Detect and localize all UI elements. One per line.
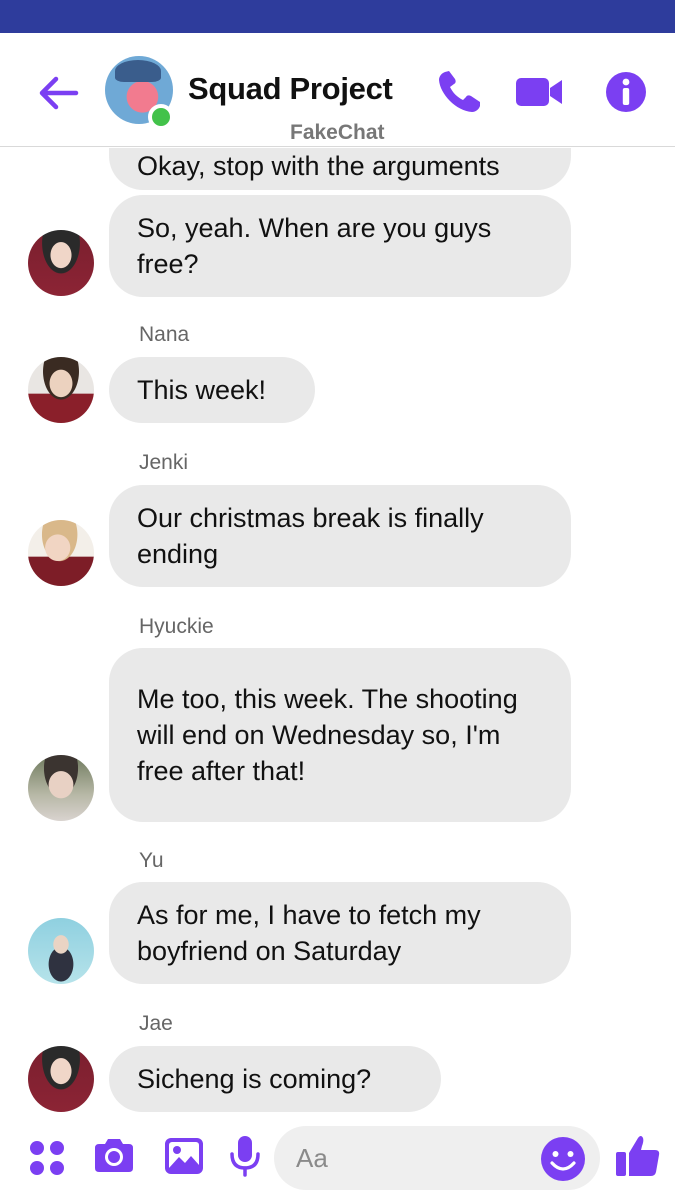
sender-name: Yu bbox=[139, 849, 164, 872]
phone-icon bbox=[439, 71, 480, 112]
voice-message-button[interactable] bbox=[222, 1132, 268, 1178]
apps-button[interactable] bbox=[24, 1132, 70, 1178]
camera-icon bbox=[95, 1139, 133, 1172]
sender-name: Jenki bbox=[139, 451, 189, 474]
video-call-button[interactable] bbox=[514, 67, 564, 117]
message-text: Me too, this week. The shooting will end… bbox=[137, 684, 518, 786]
sender-avatar[interactable] bbox=[28, 1046, 94, 1112]
chat-header: Squad Project FakeChat bbox=[0, 33, 675, 147]
online-status-dot bbox=[148, 104, 174, 130]
smiley-icon bbox=[541, 1137, 585, 1181]
back-button[interactable] bbox=[36, 71, 80, 115]
message-bubble[interactable]: This week! bbox=[109, 357, 315, 423]
like-button[interactable] bbox=[614, 1132, 662, 1180]
message-bubble[interactable]: So, yeah. When are you guys free? bbox=[109, 195, 571, 297]
sender-name: Hyuckie bbox=[139, 615, 214, 638]
camera-button[interactable] bbox=[91, 1132, 137, 1178]
watermark-text: FakeChat bbox=[290, 121, 385, 144]
gallery-button[interactable] bbox=[161, 1132, 207, 1178]
message-text: Our christmas break is finally ending bbox=[137, 503, 484, 569]
sender-name: Nana bbox=[139, 323, 190, 346]
message-list[interactable]: Okay, stop with the arguments So, yeah. … bbox=[0, 148, 675, 1120]
sender-avatar[interactable] bbox=[28, 918, 94, 984]
image-icon bbox=[165, 1138, 203, 1174]
thumbs-up-icon bbox=[616, 1136, 660, 1176]
sender-avatar[interactable] bbox=[28, 357, 94, 423]
message-bubble[interactable]: Sicheng is coming? bbox=[109, 1046, 441, 1112]
back-arrow-icon bbox=[39, 76, 79, 110]
sender-avatar[interactable] bbox=[28, 755, 94, 821]
info-button[interactable] bbox=[601, 67, 651, 117]
status-bar bbox=[0, 0, 675, 33]
message-text: This week! bbox=[137, 375, 267, 405]
message-bubble[interactable]: Our christmas break is finally ending bbox=[109, 485, 571, 587]
message-bubble[interactable]: As for me, I have to fetch my boyfriend … bbox=[109, 882, 571, 984]
sender-avatar[interactable] bbox=[28, 230, 94, 296]
sender-avatar[interactable] bbox=[28, 520, 94, 586]
message-composer bbox=[0, 1120, 675, 1200]
message-text: So, yeah. When are you guys free? bbox=[137, 213, 492, 279]
info-icon bbox=[606, 72, 646, 112]
chat-title[interactable]: Squad Project bbox=[188, 71, 393, 107]
message-text: Okay, stop with the arguments bbox=[137, 151, 500, 181]
microphone-icon bbox=[230, 1136, 260, 1177]
emoji-button[interactable] bbox=[540, 1136, 586, 1182]
video-camera-icon bbox=[516, 78, 562, 106]
apps-icon bbox=[30, 1141, 64, 1175]
message-text: Sicheng is coming? bbox=[137, 1064, 372, 1094]
message-bubble[interactable]: Me too, this week. The shooting will end… bbox=[109, 648, 571, 822]
message-bubble[interactable]: Okay, stop with the arguments bbox=[109, 148, 571, 190]
message-text: As for me, I have to fetch my boyfriend … bbox=[137, 900, 481, 966]
voice-call-button[interactable] bbox=[434, 67, 484, 117]
sender-name: Jae bbox=[139, 1012, 173, 1035]
